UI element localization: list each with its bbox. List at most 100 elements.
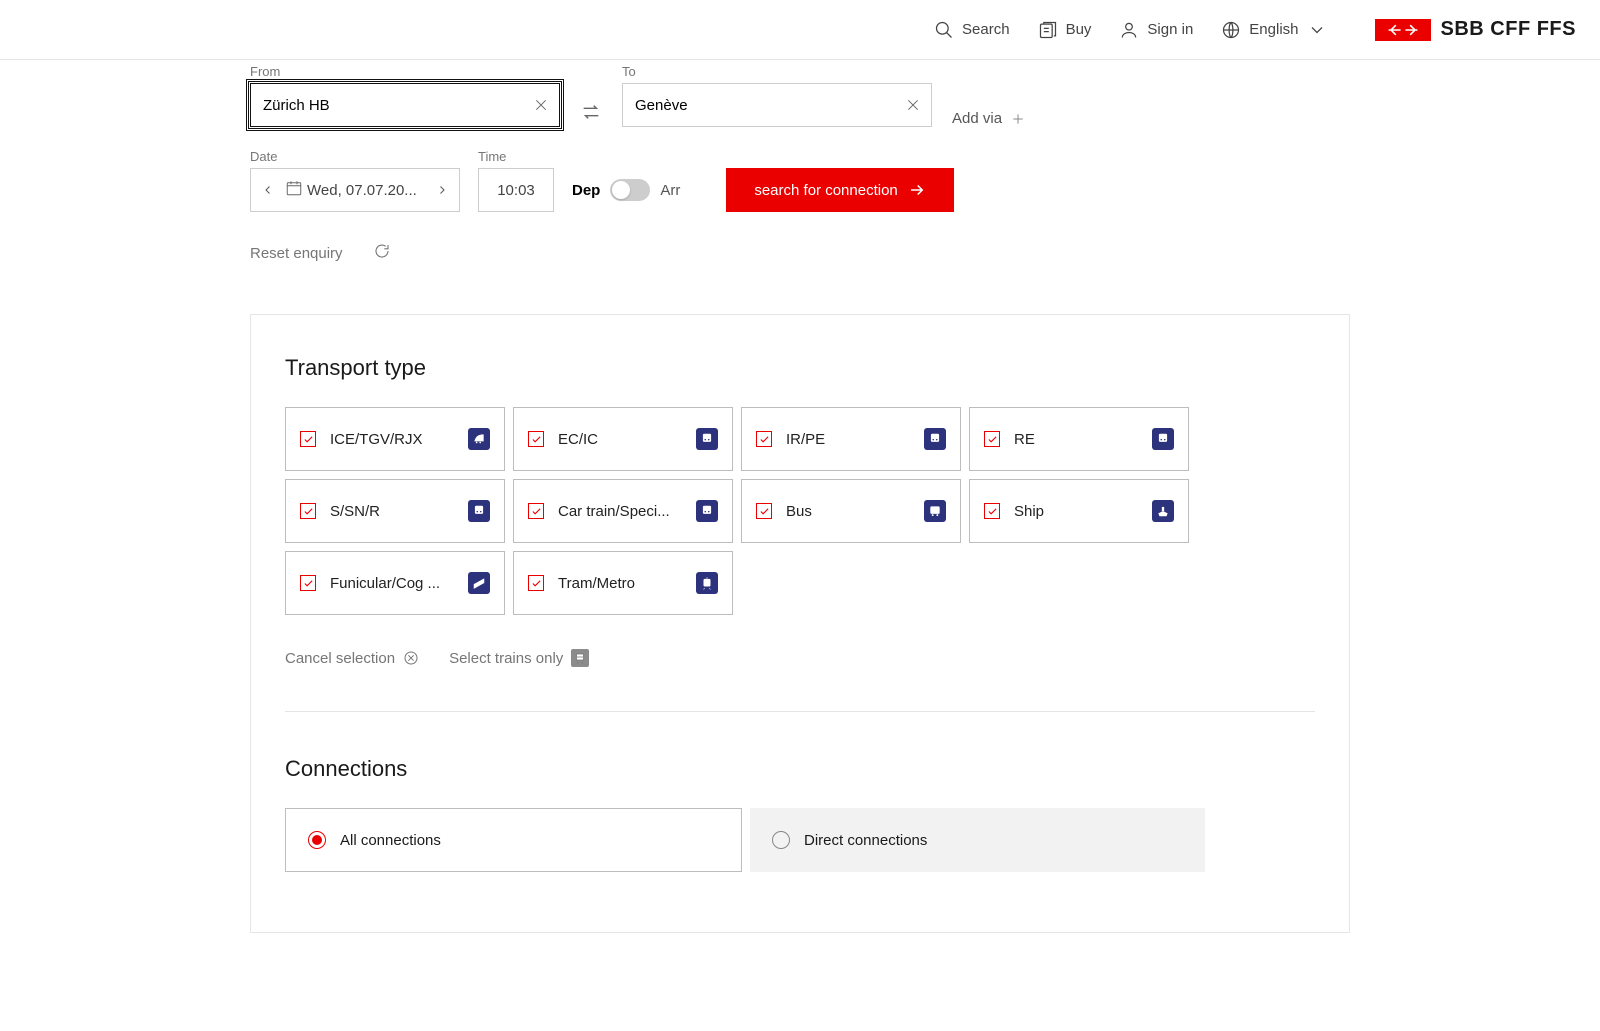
checkbox-checked-icon [300,431,316,447]
from-clear-button[interactable] [533,97,549,113]
cancel-icon [403,650,419,666]
nav-language-label: English [1249,21,1298,38]
checkbox-checked-icon [984,431,1000,447]
from-input[interactable] [261,96,533,115]
close-icon [533,97,549,113]
chevron-down-icon [1307,20,1327,40]
cancel-selection-link[interactable]: Cancel selection [285,650,419,667]
transport-type-label: Tram/Metro [558,575,682,592]
select-trains-only-link[interactable]: Select trains only [449,649,589,667]
date-next-button[interactable] [429,169,455,211]
search-connection-button[interactable]: search for connection [726,168,953,212]
transport-type-option[interactable]: ICE/TGV/RJX [285,407,505,471]
calendar-icon [285,179,303,201]
reset-enquiry-link[interactable]: Reset enquiry [250,245,343,262]
chevron-left-icon [262,184,274,196]
swap-stations-button[interactable] [580,101,602,127]
train-icon [468,500,490,522]
transport-type-option[interactable]: S/SN/R [285,479,505,543]
chevron-right-icon [436,184,448,196]
time-input[interactable]: 10:03 [478,168,554,212]
date-prev-button[interactable] [255,169,281,211]
swap-icon [580,101,602,123]
top-navigation: Search Buy Sign in English SBB CFF FFS [0,0,1600,60]
search-icon [934,20,954,40]
transport-type-label: Ship [1014,503,1138,520]
brand[interactable]: SBB CFF FFS [1375,18,1577,41]
hst-icon [468,428,490,450]
ticket-icon [1038,20,1058,40]
from-input-wrapper[interactable] [250,83,560,127]
transport-type-option[interactable]: Tram/Metro [513,551,733,615]
cancel-selection-label: Cancel selection [285,650,395,667]
nav-buy-label: Buy [1066,21,1092,38]
transport-type-label: Funicular/Cog ... [330,575,454,592]
date-picker[interactable]: Wed, 07.07.20... [250,168,460,212]
to-clear-button[interactable] [905,97,921,113]
transport-type-option[interactable]: Funicular/Cog ... [285,551,505,615]
checkbox-checked-icon [300,503,316,519]
radio-unchecked-icon [772,831,790,849]
funicular-icon [468,572,490,594]
transport-type-label: Car train/Speci... [558,503,682,520]
brand-text: SBB CFF FFS [1441,18,1577,41]
dep-arr-toggle[interactable] [610,179,650,201]
train-icon [924,428,946,450]
date-value: Wed, 07.07.20... [307,182,425,199]
plus-icon [1010,111,1026,127]
bus-icon [924,500,946,522]
transport-type-option[interactable]: RE [969,407,1189,471]
transport-type-label: Bus [786,503,910,520]
nav-search[interactable]: Search [934,20,1010,40]
date-label: Date [250,149,460,164]
checkbox-checked-icon [528,431,544,447]
transport-type-grid: ICE/TGV/RJXEC/IC IR/PE RE S/SN/R Car train/S… [285,407,1205,615]
to-input-wrapper[interactable] [622,83,932,127]
to-label: To [622,64,932,79]
train-icon [1152,428,1174,450]
from-label: From [250,64,560,79]
ship-icon [1152,500,1174,522]
add-via-label: Add via [952,110,1002,127]
arrow-right-icon [908,181,926,199]
train-icon [571,649,589,667]
transport-type-option[interactable]: Ship [969,479,1189,543]
arr-label: Arr [660,182,680,199]
dep-label: Dep [572,182,600,199]
advanced-options-panel: Transport type ICE/TGV/RJXEC/IC IR/PE RE S/… [250,314,1350,933]
train-icon [696,500,718,522]
checkbox-checked-icon [756,431,772,447]
connections-direct-option[interactable]: Direct connections [750,808,1205,872]
close-icon [905,97,921,113]
transport-type-label: IR/PE [786,431,910,448]
radio-checked-icon [308,831,326,849]
tram-icon [696,572,718,594]
transport-type-option[interactable]: EC/IC [513,407,733,471]
select-trains-only-label: Select trains only [449,650,563,667]
time-label: Time [478,149,554,164]
refresh-button[interactable] [373,242,391,264]
checkbox-checked-icon [528,575,544,591]
checkbox-checked-icon [300,575,316,591]
add-via-button[interactable]: Add via [952,110,1026,127]
to-input[interactable] [633,96,905,115]
transport-type-label: S/SN/R [330,503,454,520]
nav-language[interactable]: English [1221,20,1326,40]
connections-all-option[interactable]: All connections [285,808,742,872]
transport-type-title: Transport type [285,355,1315,381]
refresh-icon [373,242,391,260]
nav-buy[interactable]: Buy [1038,20,1092,40]
time-value: 10:03 [497,182,535,199]
nav-signin[interactable]: Sign in [1119,20,1193,40]
transport-type-option[interactable]: IR/PE [741,407,961,471]
sbb-logo-icon [1375,19,1431,41]
train-icon [696,428,718,450]
nav-signin-label: Sign in [1147,21,1193,38]
transport-type-option[interactable]: Bus [741,479,961,543]
search-button-label: search for connection [754,182,897,199]
transport-type-label: RE [1014,431,1138,448]
connections-all-label: All connections [340,832,441,849]
checkbox-checked-icon [756,503,772,519]
transport-type-option[interactable]: Car train/Speci... [513,479,733,543]
globe-icon [1221,20,1241,40]
